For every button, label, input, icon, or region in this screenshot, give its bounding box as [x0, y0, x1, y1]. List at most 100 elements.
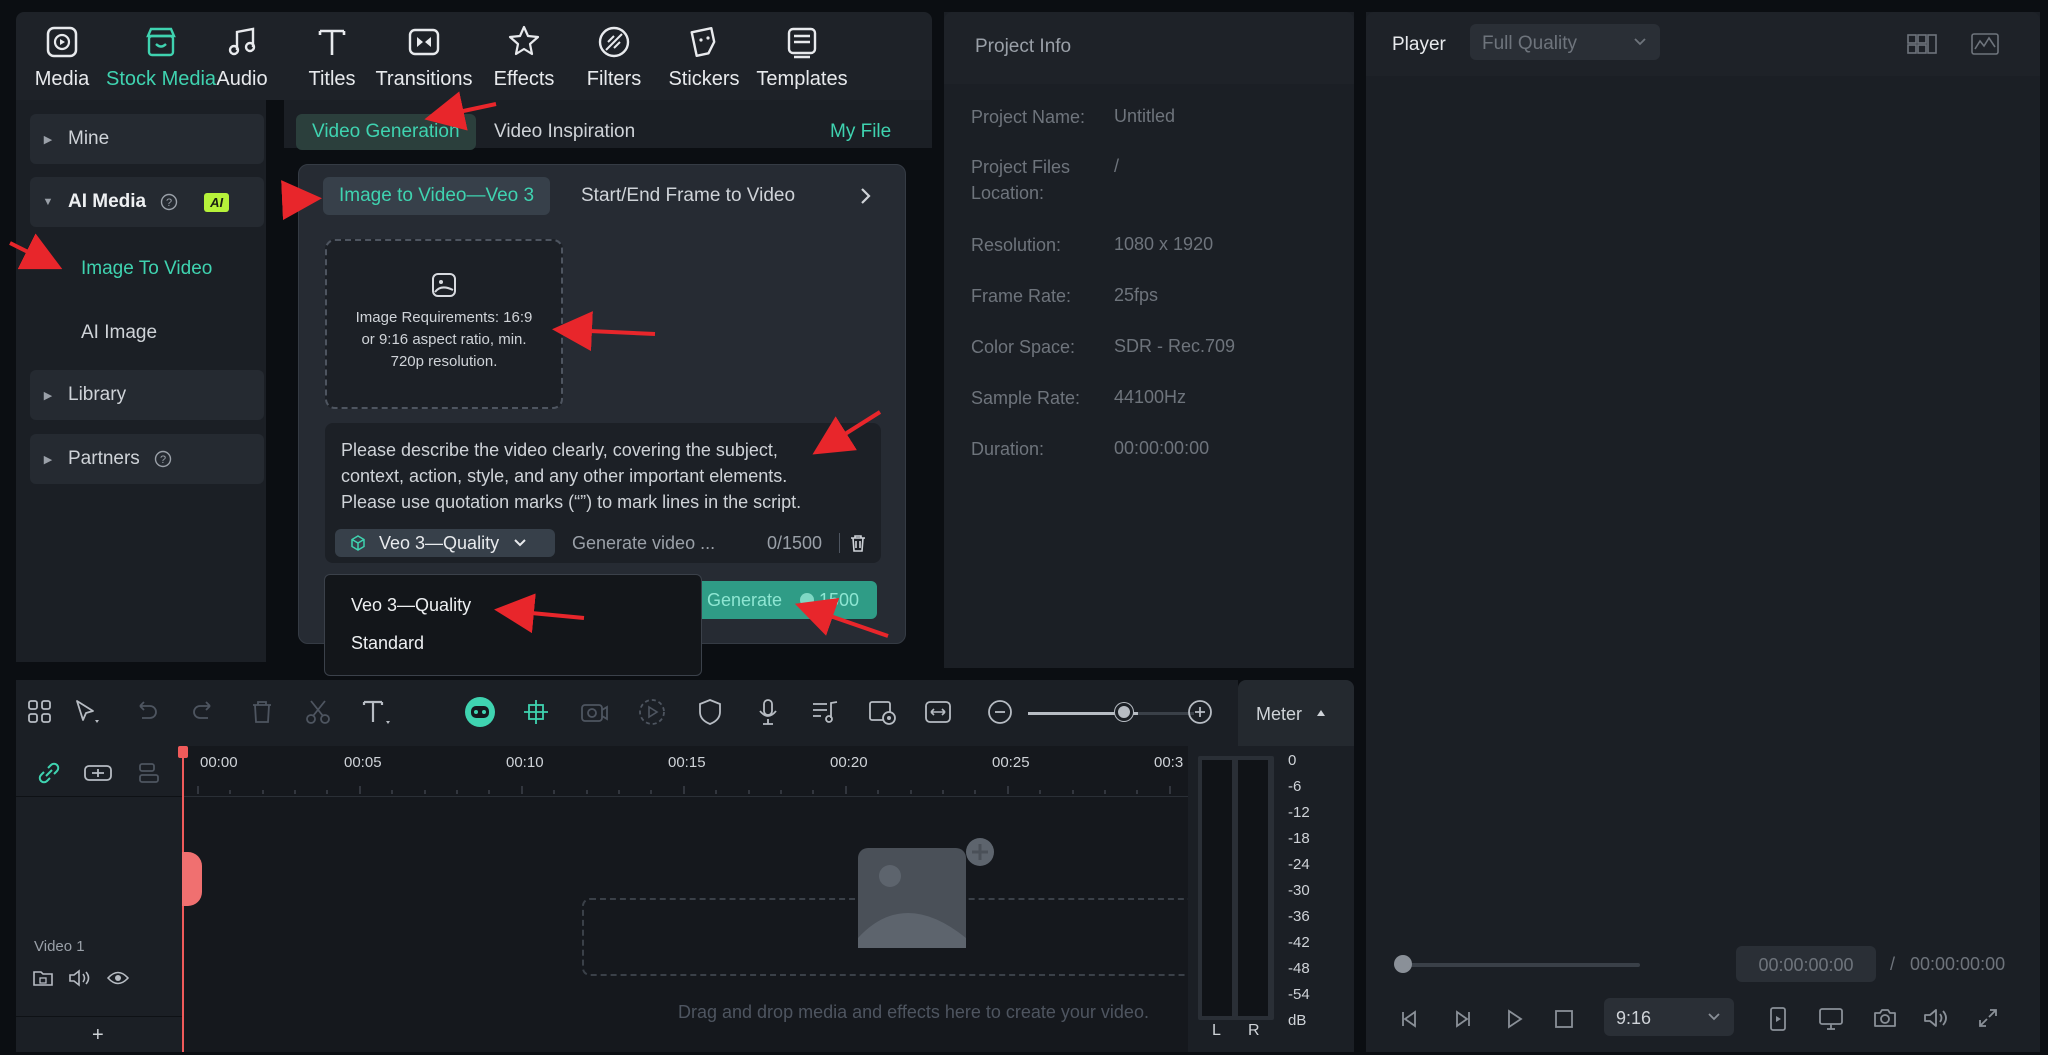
quality-select[interactable]: Full Quality [1470, 24, 1660, 60]
track-align-icon[interactable] [134, 758, 164, 788]
stock-media-icon [146, 27, 176, 57]
zoom-slider-handle[interactable] [1115, 703, 1133, 721]
tab-video-generation[interactable]: Video Generation [296, 114, 476, 150]
folder-lock-icon[interactable] [32, 968, 54, 988]
ruler-tick: 00:3 [1154, 754, 1184, 771]
aspect-ratio-select[interactable]: 9:16 [1604, 998, 1734, 1036]
camera-icon[interactable] [1872, 1006, 1898, 1030]
sidebar-item-ai-media[interactable]: ▼ AI Media ? AI [30, 177, 264, 227]
track-volume-icon[interactable] [68, 968, 92, 988]
mode-image-to-video[interactable]: Image to Video—Veo 3 [323, 177, 551, 215]
help-icon[interactable]: ? [154, 450, 172, 468]
info-key: Frame Rate: [971, 286, 1072, 306]
ai-camera-icon[interactable] [576, 694, 612, 730]
add-track-button[interactable]: + [92, 1024, 104, 1047]
mode-start-end-frame[interactable]: Start/End Frame to Video [565, 177, 811, 215]
divider [839, 533, 840, 553]
display-icon[interactable] [1818, 1006, 1846, 1032]
info-value: 25fps [1114, 285, 1159, 305]
redo-icon[interactable] [186, 694, 222, 730]
prompt-input[interactable]: Please describe the video clearly, cover… [325, 423, 881, 563]
timeline-ruler[interactable]: 00:00 00:05 00:10 00:15 00:20 00:25 00:3 [182, 746, 1198, 796]
playback-scrubber[interactable] [1394, 955, 1412, 973]
toolbar-label: Filters [586, 68, 642, 90]
volume-icon[interactable] [1922, 1006, 1950, 1030]
help-icon[interactable]: ? [160, 193, 178, 211]
toolbar-transitions[interactable]: Transitions [371, 22, 477, 91]
dropdown-option-standard[interactable]: Standard [351, 633, 424, 654]
scissors-icon[interactable] [300, 694, 336, 730]
toolbar-filters[interactable]: Filters [568, 22, 660, 91]
tab-video-inspiration[interactable]: Video Inspiration [478, 114, 651, 150]
timeline-toolbar [16, 680, 1238, 746]
delete-icon[interactable] [244, 694, 280, 730]
toolbar-templates[interactable]: Templates [752, 22, 852, 91]
my-file-link[interactable]: My File [814, 114, 907, 150]
meter-scale-label: 0 [1288, 752, 1297, 769]
sidebar-item-library[interactable]: ▶ Library [30, 370, 264, 420]
ai-badge: AI [204, 192, 230, 212]
ai-copilot-icon[interactable] [462, 694, 498, 730]
text-tool-icon[interactable] [356, 694, 396, 730]
playback-progress-track[interactable] [1400, 963, 1640, 967]
link-icon[interactable] [34, 758, 64, 788]
player-panel: Player Full Quality 00:00:00:00 / 00:00:… [1366, 12, 2040, 1052]
meter-toggle[interactable]: Meter [1238, 680, 1354, 746]
toolbar-media[interactable]: Media [16, 22, 108, 91]
microphone-icon[interactable] [750, 694, 786, 730]
next-frame-icon[interactable] [1450, 1007, 1474, 1031]
sidebar-item-mine[interactable]: ▶ Mine [30, 114, 264, 164]
play-icon[interactable] [1502, 1007, 1526, 1031]
stop-icon[interactable] [1552, 1007, 1576, 1031]
grid-view-icon[interactable] [1906, 32, 1938, 56]
preview-render-icon[interactable] [864, 694, 900, 730]
previous-frame-icon[interactable] [1398, 1007, 1422, 1031]
info-value: 00:00:00:00 [1114, 438, 1210, 458]
page-title: Project Info [975, 36, 1072, 57]
current-time-field[interactable]: 00:00:00:00 [1736, 946, 1876, 982]
layout-grid-icon[interactable] [22, 694, 58, 730]
eye-icon[interactable] [106, 968, 130, 988]
info-key: Project Files Location: [971, 157, 1071, 203]
playhead-marker[interactable] [182, 852, 202, 906]
info-key: Color Space: [971, 337, 1076, 357]
media-placeholder-icon [858, 838, 994, 948]
smart-cutout-icon[interactable] [518, 694, 554, 730]
toolbar-titles[interactable]: Titles [286, 22, 378, 91]
trash-icon[interactable] [849, 533, 867, 553]
timeline: Video 1 + 00:00 00:05 00:10 00:15 00:20 … [16, 746, 1354, 1052]
toolbar-audio[interactable]: Audio [196, 22, 288, 91]
undo-icon[interactable] [128, 694, 164, 730]
sidebar-item-label: Library [68, 384, 127, 405]
playhead-handle[interactable] [178, 746, 188, 758]
motion-track-icon[interactable] [634, 694, 670, 730]
phone-preview-icon[interactable] [1766, 1006, 1790, 1032]
info-value: SDR - Rec.709 [1114, 336, 1236, 356]
image-upload-area[interactable]: Image Requirements: 16:9 or 9:16 aspect … [325, 239, 563, 409]
fit-width-icon[interactable] [920, 694, 956, 730]
sidebar-item-ai-image[interactable]: AI Image [81, 322, 157, 344]
toolbar-stickers[interactable]: Stickers [658, 22, 750, 91]
meter-scale-label: -30 [1288, 882, 1310, 899]
meter-scale-label: -54 [1288, 986, 1310, 1003]
dropdown-option-veo3-quality[interactable]: Veo 3—Quality [351, 595, 471, 616]
fullscreen-icon[interactable] [1976, 1006, 2000, 1030]
scope-icon[interactable] [1970, 32, 2000, 56]
toolbar-effects[interactable]: Effects [478, 22, 570, 91]
zoom-out-icon[interactable] [982, 694, 1018, 730]
shield-icon[interactable] [692, 694, 728, 730]
model-select[interactable]: Veo 3—Quality [335, 529, 555, 557]
placeholder-line: context, action, style, and any other im… [341, 466, 788, 486]
info-value: Untitled [1114, 106, 1176, 126]
select-tool-icon[interactable] [68, 694, 104, 730]
chevron-right-icon[interactable] [855, 185, 875, 207]
meter-channel-l: L [1212, 1022, 1221, 1039]
info-key: Resolution: [971, 235, 1062, 255]
zoom-in-icon[interactable] [1182, 694, 1218, 730]
sidebar-item-image-to-video[interactable]: Image To Video [81, 258, 212, 280]
group-icon[interactable] [82, 758, 114, 788]
sidebar-item-partners[interactable]: ▶ Partners ? [30, 434, 264, 484]
stickers-icon [690, 26, 716, 58]
audio-list-icon[interactable] [806, 694, 842, 730]
meter-channel-r: R [1248, 1022, 1260, 1039]
